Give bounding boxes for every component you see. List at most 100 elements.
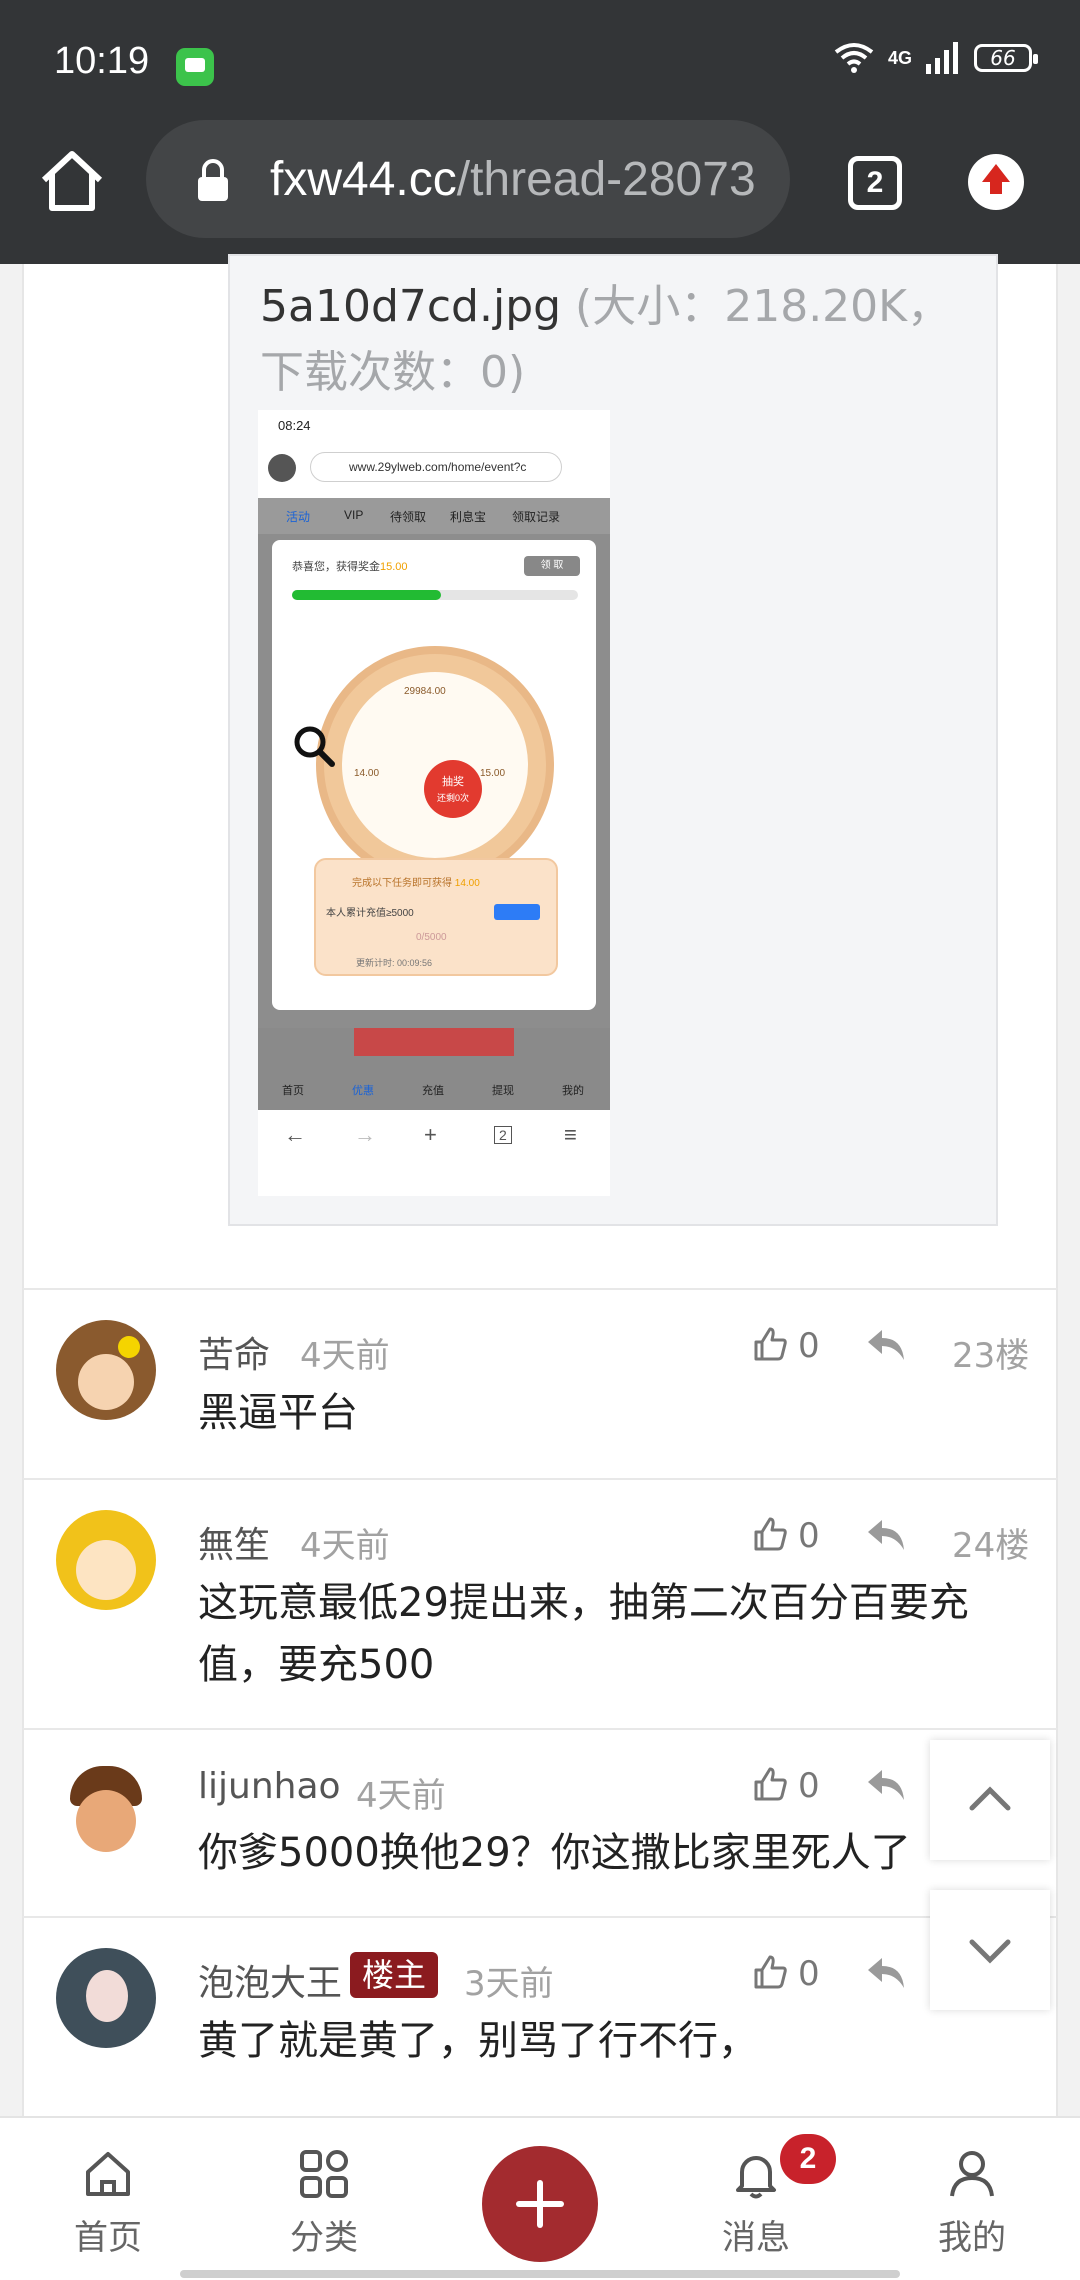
reply-icon[interactable]: [866, 1956, 906, 1990]
thumb-task-amount: 14.00: [454, 878, 480, 889]
thumb-bottom-tab: 提现: [492, 1085, 514, 1097]
url-path: /thread-28073: [456, 153, 756, 206]
thumbs-up-icon: [754, 1767, 787, 1801]
comment-author[interactable]: 苦命: [198, 1326, 270, 1378]
thumb-left-value: 14.00: [354, 768, 380, 779]
address-bar[interactable]: fxw44.cc/thread-28073: [146, 120, 790, 238]
thumb-tab: VIP: [344, 508, 364, 522]
chevron-up-icon: [969, 1786, 1011, 1811]
thumb-deposit-text: 本人累计充值≥5000: [326, 908, 414, 919]
thumb-bottom-tab: 首页: [282, 1085, 304, 1097]
thumb-tab: 领取记录: [512, 510, 561, 524]
like-count: 0: [798, 1766, 820, 1806]
lock-icon: [198, 159, 228, 201]
nav-home-label: 首页: [74, 2218, 142, 2258]
avatar[interactable]: [56, 1320, 156, 1420]
update-icon[interactable]: [968, 154, 1024, 210]
screen: 10:19 4G 66 fxw44.cc/thread-28073 2 5a10…: [0, 0, 1080, 2280]
gesture-bar[interactable]: [180, 2270, 900, 2278]
thumb-nav-tabs: 2: [494, 1126, 512, 1144]
comment-item: lijunhao 4天前 0 你爹5000换他29？你这撒比家里死人了: [22, 1728, 1058, 1916]
message-count-badge: 2: [780, 2134, 836, 2184]
comment-author[interactable]: lijunhao: [198, 1766, 341, 1807]
thumb-nav-back: ←: [284, 1122, 306, 1147]
comment-author[interactable]: 泡泡大王: [198, 1954, 342, 2006]
thumb-congrats: 恭喜您，获得奖金15.00: [292, 558, 408, 574]
nav-profile[interactable]: 我的: [902, 2148, 1042, 2268]
op-badge: 楼主: [350, 1952, 438, 1998]
message-app-icon: [176, 48, 214, 86]
reply-icon[interactable]: [866, 1768, 906, 1802]
thumb-hub-label: 抽奖: [442, 776, 464, 788]
thumb-task-box: 完成以下任务即可获得 14.00 本人累计充值≥5000 0/5000 更新计时…: [314, 858, 558, 976]
thumb-lottery-panel: 恭喜您，获得奖金15.00 领 取 29984.00 14.00 15.00 抽…: [272, 540, 596, 1010]
thumb-bottom-tab: 充值: [422, 1085, 444, 1097]
like-button[interactable]: 0: [752, 1514, 832, 1558]
thumb-tabs: 活动 VIP 待领取 利息宝 领取记录: [258, 498, 610, 534]
thumb-banner: [354, 1028, 514, 1056]
tab-switcher-icon[interactable]: 2: [848, 156, 902, 210]
thumb-tab: 活动: [286, 510, 311, 524]
signal-icon: [926, 42, 958, 74]
new-post-button[interactable]: [482, 2146, 598, 2262]
reply-icon[interactable]: [866, 1328, 906, 1362]
thumb-claim-button: 领 取: [524, 556, 580, 576]
thumb-congrats-text: 恭喜您，获得奖金: [292, 561, 380, 573]
thumb-status-bar: 08:24: [258, 410, 610, 440]
comment-time: 4天前: [300, 1336, 390, 1376]
thumb-wheel: 29984.00 14.00 15.00 抽奖 还剩0次: [316, 646, 554, 884]
like-button[interactable]: 0: [752, 1324, 832, 1368]
status-bar: 10:19 4G 66: [0, 0, 1080, 118]
avatar[interactable]: [56, 1760, 156, 1860]
comment-text: 黄了就是黄了，别骂了行不行，: [198, 2018, 758, 2064]
avatar-face: [76, 1790, 136, 1852]
avatar-face: [78, 1354, 134, 1410]
thumb-go-button: [494, 904, 540, 920]
thumb-url: www.29ylweb.com/home/event?c: [310, 452, 562, 482]
thumb-time: 08:24: [278, 418, 311, 433]
floor-number: 23楼: [952, 1336, 1030, 1376]
thumb-task-text: 完成以下任务即可获得: [352, 878, 452, 889]
url-text[interactable]: fxw44.cc/thread-28073: [270, 152, 770, 207]
battery-level: 66: [990, 46, 1016, 70]
reply-icon[interactable]: [866, 1518, 906, 1552]
nav-category[interactable]: 分类: [254, 2148, 394, 2268]
network-type: 4G: [887, 47, 912, 68]
comment-text: 黑逼平台: [198, 1390, 358, 1436]
thumb-tabbar: 首页 优惠 充值 提现 我的: [258, 1028, 610, 1110]
like-button[interactable]: 0: [752, 1952, 832, 1996]
nav-profile-label: 我的: [938, 2218, 1006, 2258]
chevron-down-icon: [969, 1939, 1011, 1964]
thumb-right-value: 15.00: [480, 768, 506, 779]
nav-home[interactable]: 首页: [38, 2148, 178, 2268]
thumb-progress: [292, 590, 578, 600]
thumb-spin-button: 抽奖 还剩0次: [424, 760, 482, 818]
scroll-down-button[interactable]: [930, 1890, 1050, 2010]
thumb-tab: 利息宝: [450, 510, 487, 524]
thumb-nav-add: +: [424, 1122, 437, 1147]
thumb-wheel-inner: 29984.00 14.00 15.00 抽奖 还剩0次: [342, 672, 528, 858]
attachment-filename: 5a10d7cd.jpg: [260, 281, 562, 332]
comment-text: 这玩意最低29提出来，抽第二次百分百要充值，要充500: [198, 1580, 969, 1688]
scroll-up-button[interactable]: [930, 1740, 1050, 1860]
browser-toolbar: fxw44.cc/thread-28073 2: [0, 118, 1080, 264]
thumb-browser-nav: ← → + 2 ≡: [258, 1110, 610, 1196]
status-icons: 4G 66: [834, 42, 1038, 74]
comment-item: 苦命 4天前 0 23楼 黑逼平台: [22, 1288, 1058, 1478]
like-button[interactable]: 0: [752, 1764, 832, 1808]
avatar[interactable]: [56, 1948, 156, 2048]
url-host: fxw44.cc: [270, 153, 457, 206]
comment-text: 你爹5000换他29？你这撒比家里死人了: [198, 1830, 911, 1876]
avatar-face: [76, 1540, 136, 1600]
zoom-icon[interactable]: [292, 724, 336, 768]
thumb-nav-forward: →: [354, 1122, 376, 1147]
attachment-image[interactable]: 08:24 www.29ylweb.com/home/event?c 活动 VI…: [258, 410, 610, 1196]
avatar[interactable]: [56, 1510, 156, 1610]
comment-author[interactable]: 無笙: [198, 1516, 270, 1568]
attachment-title[interactable]: 5a10d7cd.jpg (大小：218.20K，下载次数：0): [260, 274, 980, 406]
thumb-amount: 15.00: [380, 561, 408, 573]
like-count: 0: [798, 1516, 820, 1556]
home-icon[interactable]: [36, 146, 108, 218]
status-time: 10:19: [54, 40, 150, 82]
comment-time: 3天前: [464, 1964, 554, 2004]
